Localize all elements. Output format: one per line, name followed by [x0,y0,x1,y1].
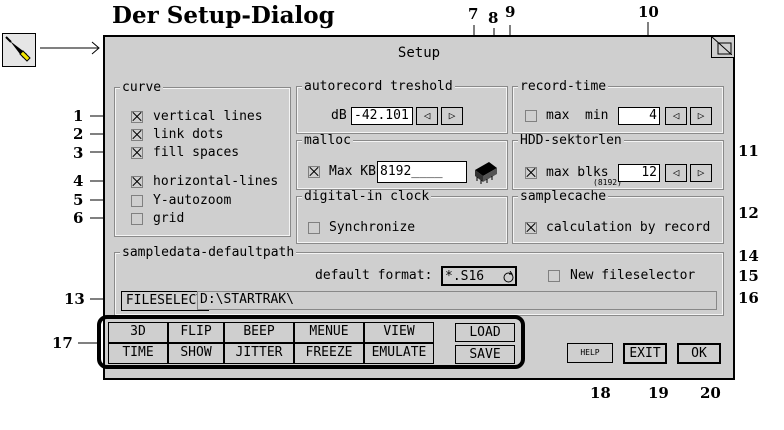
callout-6: 6 [73,209,84,227]
link-dots-label: link dots [153,127,224,142]
setup-pencil-icon[interactable] [2,33,36,67]
malloc-checkbox[interactable] [308,166,320,178]
record-time-decrease-button[interactable]: ◁ [665,107,687,125]
ok-button[interactable]: OK [677,343,721,364]
callout-15: 15 [738,267,759,285]
max-blks-checkbox[interactable] [525,167,537,179]
record-time-max-checkbox[interactable] [525,110,537,122]
vertical-lines-checkbox[interactable] [131,111,143,123]
y-autozoom-checkbox[interactable] [131,195,143,207]
max-blks-increase-button[interactable]: ▷ [690,164,712,182]
callout-16: 16 [738,289,759,307]
horizontal-lines-checkbox[interactable] [131,176,143,188]
record-time-min-label: min [585,108,609,123]
new-fileselector-label: New fileselector [570,268,696,283]
autorecord-decrease-button[interactable]: ◁ [416,107,438,125]
synchronize-checkbox[interactable] [308,222,320,234]
callout-4: 4 [73,172,84,190]
calculation-by-record-checkbox[interactable] [525,222,537,234]
dialog-title: Setup [397,45,441,61]
max-blks-value-field[interactable]: 12 [618,164,660,182]
callout-3: 3 [73,144,84,162]
new-fileselector-checkbox[interactable] [548,270,560,282]
callout-9: 9 [505,3,516,21]
help-button[interactable]: HELP [567,343,613,363]
callout-18: 18 [590,384,611,402]
callout-1: 1 [73,107,84,125]
resize-corner[interactable] [711,36,735,58]
record-time-value-field[interactable]: 4 [618,107,660,125]
toolbar-highlight-frame [97,315,525,369]
autorecord-title: autorecord treshold [302,79,455,94]
record-time-increase-button[interactable]: ▷ [690,107,712,125]
samplecache-title: samplecache [518,189,609,204]
autorecord-increase-button[interactable]: ▷ [441,107,463,125]
malloc-title: malloc [302,133,353,148]
refresh-icon[interactable] [502,269,515,288]
default-path-field[interactable]: D:\STARTRAK\ [197,291,717,310]
callout-10: 10 [638,3,659,21]
fill-spaces-checkbox[interactable] [131,147,143,159]
hdd-sektorlen-title: HDD-sektorlen [518,133,624,148]
horizontal-lines-label: horizontal-lines [153,174,279,189]
callout-2: 2 [73,125,84,143]
grid-checkbox[interactable] [131,213,143,225]
y-autozoom-label: Y-autozoom [153,193,232,208]
default-path-value: D:\STARTRAK\ [200,292,294,307]
callout-13: 13 [64,290,85,308]
autorecord-value-field[interactable]: -42.101 [351,107,413,125]
callout-19: 19 [648,384,669,402]
digital-in-title: digital-in clock [302,189,432,204]
record-time-max-label: max [546,108,570,123]
callout-11: 11 [738,142,759,160]
memory-chip-icon [472,158,500,190]
link-dots-checkbox[interactable] [131,129,143,141]
db-label: dB [331,108,347,123]
max-kb-label: Max KB [329,164,376,179]
max-kb-field[interactable]: 8192____ [377,161,467,183]
fill-spaces-label: fill spaces [153,145,240,160]
callout-17: 17 [52,334,73,352]
exit-button[interactable]: EXIT [623,343,667,364]
sampledata-title: sampledata-defaultpath [120,245,297,260]
synchronize-label: Synchronize [329,220,416,235]
fileselect-button[interactable]: FILESELECT [121,291,209,311]
default-format-label: default format: [315,268,433,283]
curve-title: curve [120,80,164,95]
callout-12: 12 [738,204,759,222]
record-time-title: record-time [518,79,609,94]
page-title: Der Setup-Dialog [112,2,335,29]
callout-7: 7 [468,5,479,23]
callout-5: 5 [73,191,84,209]
callout-20: 20 [700,384,721,402]
max-blks-decrease-button[interactable]: ◁ [665,164,687,182]
grid-label: grid [153,211,185,226]
calculation-by-record-label: calculation by record [546,220,711,235]
callout-8: 8 [488,9,499,27]
callout-14: 14 [738,247,759,265]
default-format-value: *.S16 [445,269,485,284]
vertical-lines-label: vertical lines [153,109,263,124]
